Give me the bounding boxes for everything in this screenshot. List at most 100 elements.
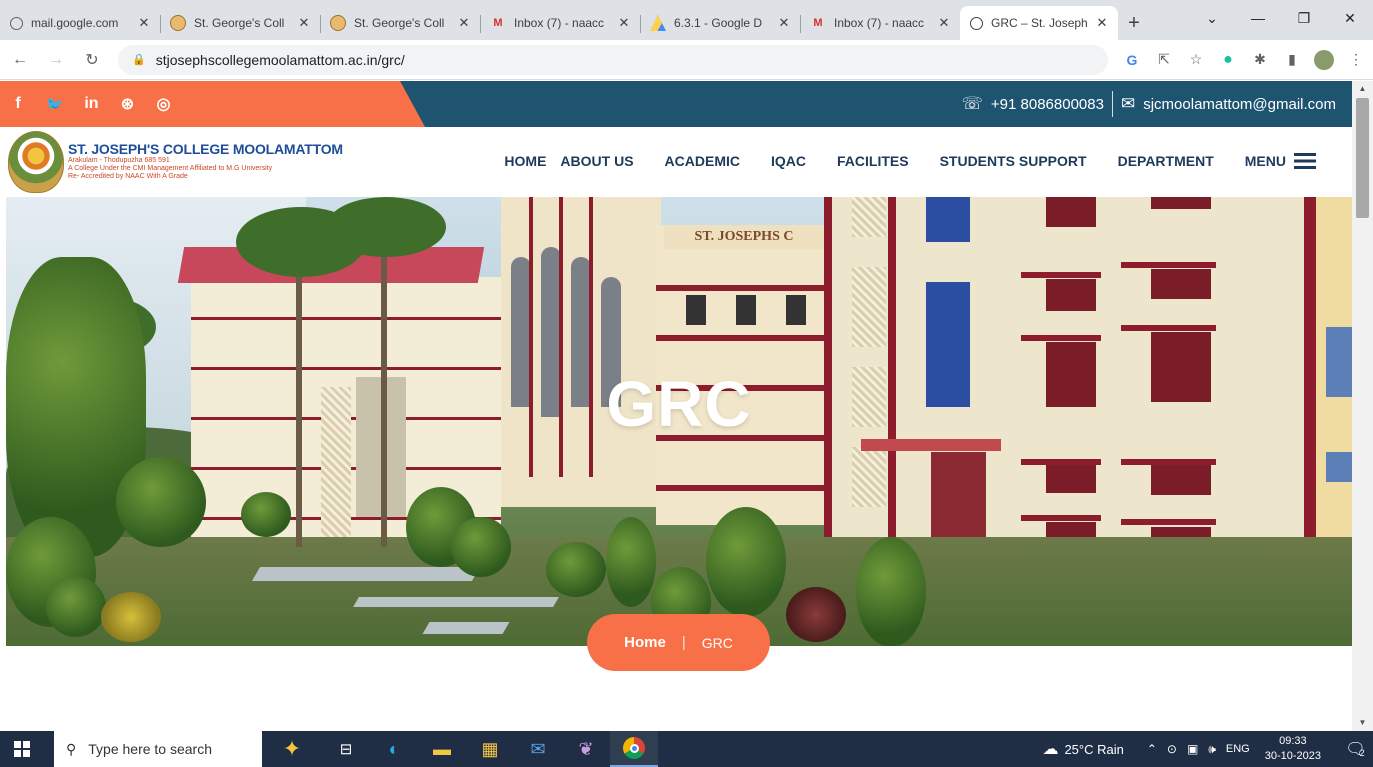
scroll-up-arrow-icon[interactable]: ▲ [1352,81,1373,97]
system-tray: ☁ 25°C Rain ⌃ ⊙ ▣ 🕪 ENG 09:33 30-10-2023… [1042,731,1373,767]
instagram-icon[interactable]: ◎ [155,94,171,114]
college-logo[interactable] [8,131,64,193]
college-accreditation: Re- Accredited by NAAC With A Grade [68,173,188,180]
email-link[interactable]: sjcmoolamattom@gmail.com [1143,96,1336,113]
nav-iqac[interactable]: IQAC [771,153,806,169]
globe-icon [10,16,23,30]
facebook-icon[interactable]: f [10,95,26,113]
tab-title: Inbox (7) - naacc [834,16,925,30]
linkedin-icon[interactable]: in [83,95,99,113]
divider [1111,91,1113,117]
close-tab-icon[interactable]: ✕ [456,15,472,31]
taskbar-search[interactable]: ⚲ Type here to search [54,731,262,767]
file-explorer-icon[interactable]: ▬ [418,731,466,767]
nav-home[interactable]: HOME [504,153,546,169]
phone-icon: ☏ [961,94,983,113]
address-bar[interactable]: 🔒 stjosephscollegemoolamattom.ac.in/grc/ [118,44,1108,75]
window-controls: ⌄ — ❐ ✕ [1189,0,1373,36]
tab-title: St. George's Coll [194,16,285,30]
share-icon[interactable]: ⇱ [1148,44,1180,76]
nav-about-us[interactable]: ABOUT US [560,153,633,169]
notification-center[interactable]: 🗨 2 [1337,739,1373,759]
weather-widget[interactable]: ☁ 25°C Rain [1042,739,1123,759]
logo-text[interactable]: ST. JOSEPH'S COLLEGE MOOLAMATTOM Arakula… [68,141,343,181]
college-address: Arakulam - Thodupuzha 685 591 [68,157,170,164]
search-highlight-icon[interactable]: ✦ [262,736,322,762]
nav-department[interactable]: DEPARTMENT [1118,153,1214,169]
browser-tab[interactable]: St. George's Coll ✕ [320,6,480,40]
tab-title: Inbox (7) - naacc [514,16,605,30]
social-links: f 🐦 in ⊛ ◎ [10,81,171,127]
forward-arrow-icon[interactable]: → [40,44,72,76]
mail-icon[interactable]: ✉ [514,731,562,767]
volume-icon[interactable]: 🕪 [1208,742,1216,757]
breadcrumb-home-link[interactable]: Home [624,634,666,651]
lock-icon: 🔒 [132,54,146,66]
tab-search-icon[interactable]: ⌄ [1189,0,1235,36]
rain-cloud-icon: ☁ [1042,741,1059,758]
restore-icon[interactable]: ❐ [1281,0,1327,36]
breadcrumb: Home | GRC [587,614,770,671]
dribbble-icon[interactable]: ⊛ [119,94,135,114]
twitter-icon[interactable]: 🐦 [46,96,63,113]
browser-tab[interactable]: 6.3.1 - Google D ✕ [640,6,800,40]
close-window-icon[interactable]: ✕ [1327,0,1373,36]
reload-icon[interactable]: ↻ [76,44,108,76]
scrollbar-thumb[interactable] [1356,98,1369,218]
browser-tab-active[interactable]: GRC – St. Joseph ✕ [960,6,1118,40]
windows-taskbar: ⚲ Type here to search ✦ ⊟ ◐ ▬ ▦ ✉ ❦ ☁ 25… [0,731,1373,767]
nav-students-support[interactable]: STUDENTS SUPPORT [940,153,1087,169]
search-icon: ⚲ [66,740,77,757]
task-view-icon[interactable]: ⊟ [322,731,370,767]
extensions-icon[interactable]: ✱ [1244,44,1276,76]
edge-icon[interactable]: ◐ [370,731,418,767]
phone-number[interactable]: +91 8086800083 [991,96,1104,113]
close-tab-icon[interactable]: ✕ [776,15,792,31]
browser-tab[interactable]: mail.google.com ✕ [0,6,160,40]
store-icon[interactable]: ▦ [466,731,514,767]
close-tab-icon[interactable]: ✕ [136,15,152,31]
nav-academic[interactable]: ACADEMIC [665,153,740,169]
kebab-menu-icon[interactable]: ⋮ [1340,44,1372,76]
back-arrow-icon[interactable]: ← [4,44,36,76]
grammarly-icon[interactable]: ● [1212,44,1244,76]
chrome-icon[interactable] [610,731,658,767]
globe-icon [970,16,983,30]
browser-toolbar: ← → ↻ 🔒 stjosephscollegemoolamattom.ac.i… [0,40,1373,80]
clock-date: 30-10-2023 [1264,750,1321,762]
browser-tab[interactable]: St. George's Coll ✕ [160,6,320,40]
nav-menu[interactable]: MENU [1245,153,1316,169]
google-icon[interactable]: G [1116,44,1148,76]
new-tab-button[interactable]: + [1118,6,1150,40]
paint-icon[interactable]: ❦ [562,731,610,767]
close-tab-icon[interactable]: ✕ [936,15,952,31]
toolbar-icons: G ⇱ ☆ ● ✱ ▮ ⋮ [1116,44,1372,76]
nav-facilites[interactable]: FACILITES [837,153,909,169]
close-tab-icon[interactable]: ✕ [296,15,312,31]
search-placeholder: Type here to search [88,741,213,757]
college-seal-icon [170,15,186,31]
page-scrollbar[interactable]: ▲ ▼ [1352,81,1373,731]
browser-tab[interactable]: M Inbox (7) - naacc ✕ [800,6,960,40]
start-button[interactable] [0,731,44,767]
network-icon[interactable]: ▣ [1187,742,1198,756]
minimize-icon[interactable]: — [1235,0,1281,36]
language-indicator[interactable]: ENG [1226,743,1250,755]
close-tab-icon[interactable]: ✕ [1094,15,1110,31]
clock-time: 09:33 [1279,735,1307,747]
meet-now-icon[interactable]: ⊙ [1167,742,1177,756]
browser-tab[interactable]: M Inbox (7) - naacc ✕ [480,6,640,40]
breadcrumb-separator: | [681,634,686,651]
hamburger-icon [1294,153,1316,169]
profile-avatar[interactable] [1308,44,1340,76]
gmail-icon: M [493,17,503,29]
close-tab-icon[interactable]: ✕ [616,15,632,31]
side-panel-icon[interactable]: ▮ [1276,44,1308,76]
college-seal-icon [330,15,346,31]
scroll-down-arrow-icon[interactable]: ▼ [1352,715,1373,731]
chevron-up-icon[interactable]: ⌃ [1147,742,1157,756]
contact-info: ☏ +91 8086800083 ✉ sjcmoolamattom@gmail.… [962,81,1336,127]
clock[interactable]: 09:33 30-10-2023 [1265,734,1321,764]
tab-title: 6.3.1 - Google D [674,16,763,30]
bookmark-star-icon[interactable]: ☆ [1180,44,1212,76]
